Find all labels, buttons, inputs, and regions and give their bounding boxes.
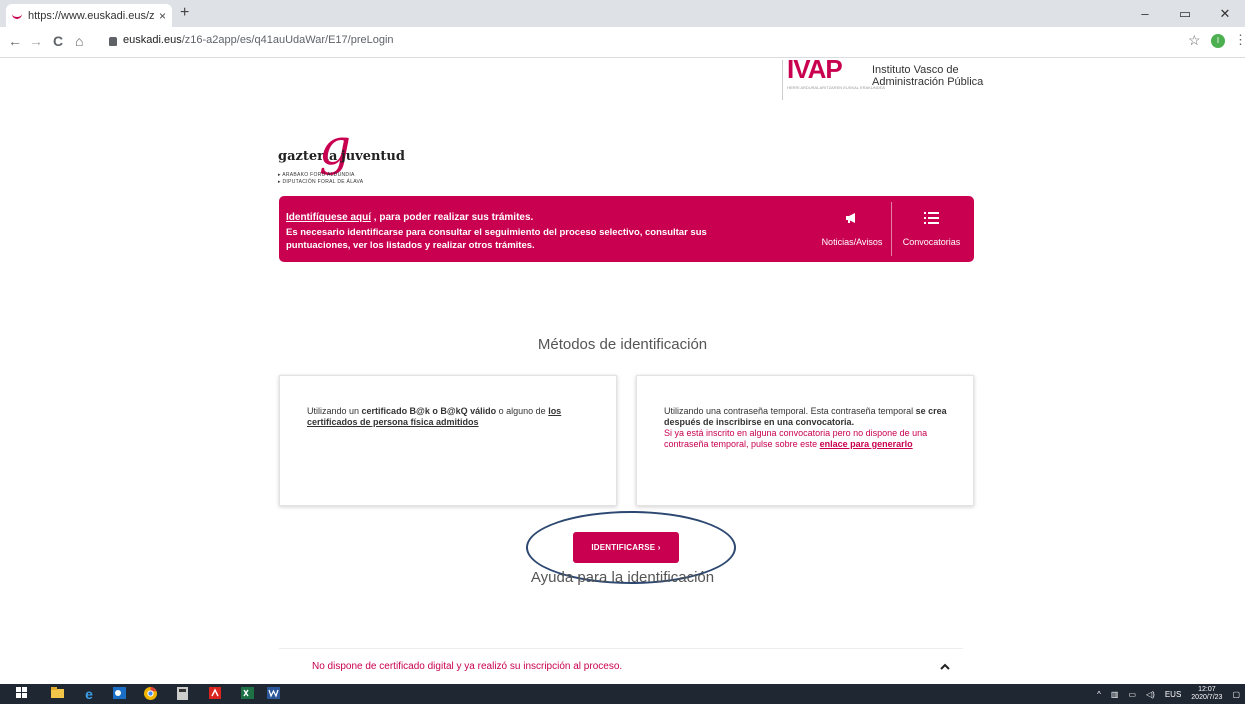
browser-tab[interactable]: https://www.euskadi.eus/z16-a2a × [6, 4, 172, 27]
ivap-header: IVAP HERRI ARDURALARITZAREN EUSKAL ERAKU… [782, 54, 1022, 102]
card2-text-a: Utilizando una contraseña temporal. Esta… [664, 406, 916, 416]
notifications-icon[interactable]: ▢ [1232, 690, 1240, 699]
convocatorias-button[interactable]: Convocatorias [894, 196, 969, 262]
banner-text: Es necesario identificarse para consulta… [286, 227, 707, 251]
site-favicon-icon [12, 13, 22, 19]
ivap-name-line2: Administración Pública [872, 76, 984, 88]
ivap-name-line1: Instituto Vasco de [872, 64, 959, 76]
tray-chevron-icon[interactable]: ^ [1097, 690, 1101, 699]
logo-line-diputacion: ▸ DIPUTACIÓN FORAL DE ÁLAVA [278, 179, 364, 185]
logo-line-arabako: ▸ ARABAKO FORU ALDUNDIA [278, 172, 355, 178]
outlook-icon[interactable] [112, 687, 126, 701]
convocatorias-label: Convocatorias [902, 237, 961, 247]
methods-title: Métodos de identificación [537, 336, 708, 353]
display-icon[interactable]: ▭ [1128, 690, 1136, 699]
bookmark-star-icon[interactable]: ☆ [1188, 32, 1201, 49]
banner-title-rest: , para poder realizar sus trámites. [371, 212, 534, 223]
profile-initial: I [1216, 36, 1220, 45]
generate-password-link[interactable]: enlace para generarlo [820, 439, 913, 449]
home-icon[interactable]: ⌂ [75, 33, 83, 49]
minimize-button[interactable]: – [1125, 0, 1165, 27]
network-icon[interactable]: ▥ [1111, 690, 1119, 699]
new-tab-button[interactable]: + [180, 4, 189, 22]
noticias-avisos-label: Noticias/Avisos [821, 237, 883, 247]
ivap-logo-subtitle: HERRI ARDURALARITZAREN EUSKAL ERAKUNDEA [787, 85, 885, 90]
certificate-method-card[interactable]: Utilizando un certificado B@k o B@kQ vál… [279, 375, 617, 506]
logo-word-juventud: juventud [341, 149, 405, 164]
card1-bold: certificado B@k o B@kQ válido [361, 406, 497, 416]
language-indicator[interactable]: EUS [1165, 690, 1181, 699]
browser-toolbar: ← → C ⌂ euskadi.eus/z16-a2app/es/q41auUd… [0, 27, 1245, 58]
card1-text-a: Utilizando un [307, 406, 362, 416]
address-bar[interactable]: euskadi.eus/z16-a2app/es/q41auUdaWar/E17… [123, 34, 394, 46]
browser-menu-icon[interactable]: ⋮ [1234, 32, 1245, 48]
reload-icon[interactable]: C [53, 33, 63, 49]
banner-separator [891, 202, 892, 256]
banner-title: Identifíquese aquí , para poder realizar… [286, 212, 533, 223]
ivap-logo[interactable]: IVAP [787, 54, 843, 85]
identification-banner: Identifíquese aquí , para poder realizar… [279, 196, 974, 262]
clock[interactable]: 12:07 2020/7/23 [1191, 686, 1222, 702]
tab-title: https://www.euskadi.eus/z16-a2a [28, 9, 155, 22]
temporary-password-text: Utilizando una contraseña temporal. Esta… [664, 406, 964, 450]
tab-close-icon[interactable]: × [159, 9, 166, 23]
close-window-button[interactable]: ✕ [1205, 0, 1245, 27]
temporary-password-method-card[interactable]: Utilizando una contraseña temporal. Esta… [636, 375, 974, 506]
list-icon [894, 212, 969, 227]
chevron-up-icon[interactable] [940, 658, 950, 673]
header-divider [782, 60, 783, 100]
profile-avatar[interactable]: I [1211, 34, 1225, 48]
megaphone-icon [814, 212, 890, 227]
volume-icon[interactable]: ◁) [1146, 690, 1155, 699]
file-explorer-icon[interactable] [50, 687, 64, 701]
windows-start-icon[interactable] [14, 687, 28, 701]
url-path: /z16-a2app/es/q41auUdaWar/E17/preLogin [181, 34, 394, 46]
windows-taskbar: e ^ ▥ ▭ ◁) EUS 12:07 2020/7/23 ▢ [0, 684, 1245, 704]
system-tray: ^ ▥ ▭ ◁) EUS 12:07 2020/7/23 ▢ [1092, 684, 1245, 704]
chrome-icon[interactable] [143, 687, 157, 701]
url-domain: euskadi.eus [123, 34, 182, 46]
identify-here-link[interactable]: Identifíquese aquí [286, 212, 371, 223]
forward-arrow-icon[interactable]: → [29, 33, 43, 49]
ivap-name: Instituto Vasco de Administración Públic… [872, 64, 983, 88]
window-controls: – ▭ ✕ [1125, 0, 1245, 27]
logo-letter-g: g [319, 118, 352, 176]
clock-date: 2020/7/23 [1191, 694, 1223, 701]
lock-icon[interactable] [109, 37, 117, 46]
clock-time: 12:07 [1198, 686, 1216, 693]
back-arrow-icon[interactable]: ← [8, 33, 22, 49]
noticias-avisos-button[interactable]: Noticias/Avisos [814, 196, 890, 262]
help-title: Ayuda para la identificación [530, 569, 715, 586]
excel-icon[interactable] [240, 687, 254, 701]
help-accordion-item[interactable]: No dispone de certificado digital y ya r… [312, 661, 622, 672]
maximize-button[interactable]: ▭ [1165, 0, 1205, 27]
browser-tab-strip: https://www.euskadi.eus/z16-a2a × + – ▭ … [0, 0, 1245, 27]
word-icon[interactable] [266, 687, 280, 701]
help-divider [279, 648, 963, 649]
certificate-method-text: Utilizando un certificado B@k o B@kQ vál… [307, 406, 607, 428]
calculator-icon[interactable] [175, 687, 189, 701]
card1-text-b: o alguno de [496, 406, 549, 416]
internet-explorer-icon[interactable]: e [82, 687, 96, 701]
acrobat-icon[interactable] [208, 687, 222, 701]
gazteria-juventud-logo: gazteria g juventud ▸ ARABAKO FORU ALDUN… [278, 118, 405, 190]
